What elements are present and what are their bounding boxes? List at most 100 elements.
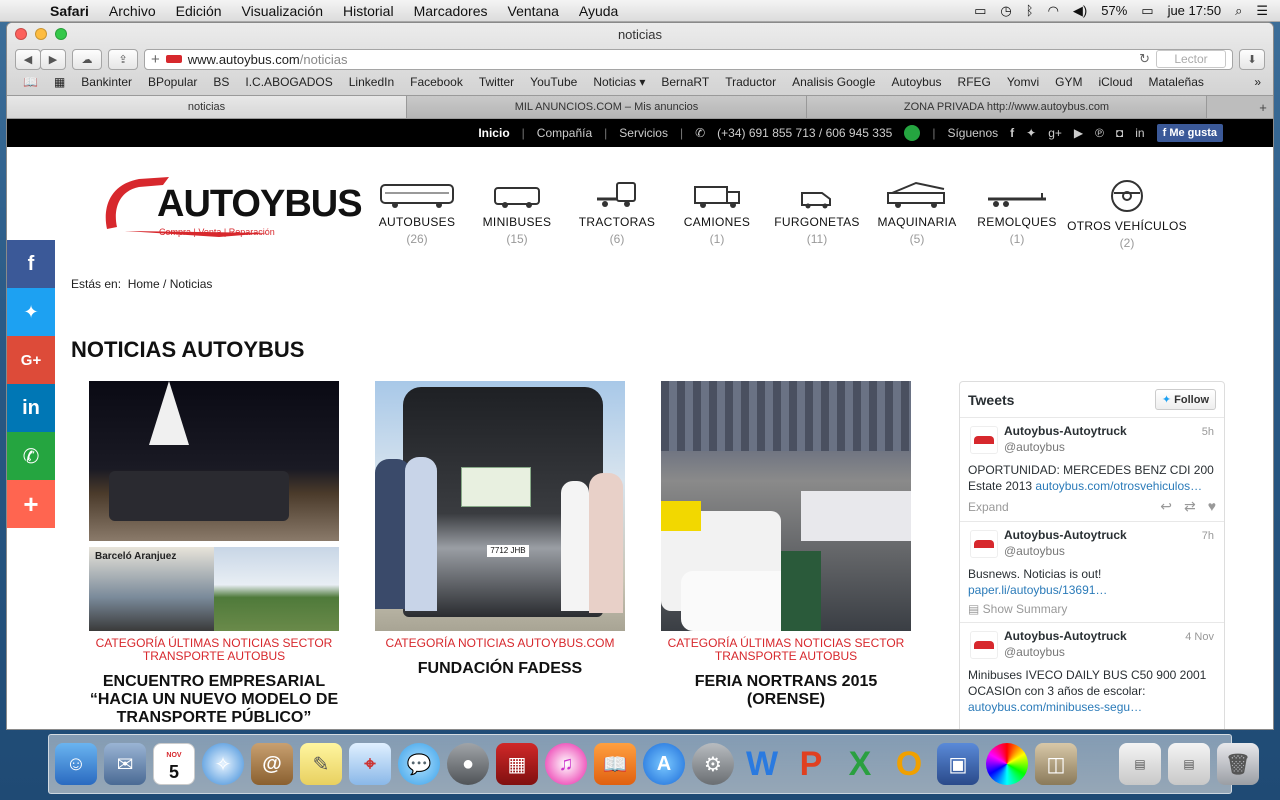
bookmark-folder-noticias[interactable]: Noticias ▾ <box>585 75 653 89</box>
bookmark-item[interactable]: Mataleñas <box>1141 75 1212 89</box>
word-icon[interactable]: W <box>741 743 783 785</box>
article-image[interactable]: 7712 JHB <box>375 381 625 631</box>
menu-visualizacion[interactable]: Visualización <box>232 3 333 19</box>
article-image[interactable]: Barceló Aranjuez <box>89 381 339 631</box>
tweet-author-name[interactable]: Autoybus-Autoytruck <box>1004 629 1216 643</box>
facebook-like-button[interactable]: f Me gusta <box>1156 124 1223 142</box>
tweet-author-name[interactable]: Autoybus-Autoytruck <box>1004 424 1216 438</box>
tweet-link[interactable]: autoybus.com/minibuses-segu… <box>968 699 1216 715</box>
bookmark-item[interactable]: BS <box>205 75 237 89</box>
nav-inicio[interactable]: Inicio <box>478 126 509 140</box>
share-more-icon[interactable]: + <box>7 480 55 528</box>
nav-phone[interactable]: (+34) 691 855 713 / 606 945 335 <box>717 126 892 140</box>
share-linkedin-icon[interactable]: in <box>7 384 55 432</box>
forward-button[interactable]: ▶ <box>40 48 66 70</box>
tweet-author-handle[interactable]: @autoybus <box>1004 645 1216 659</box>
bookmark-item[interactable]: BPopular <box>140 75 205 89</box>
menu-edicion[interactable]: Edición <box>166 3 232 19</box>
menu-archivo[interactable]: Archivo <box>99 3 166 19</box>
bookmark-item[interactable]: iCloud <box>1090 75 1140 89</box>
site-logo[interactable]: AUTOYBUS Compra | Venta | Reparación <box>99 171 363 241</box>
bookmark-item[interactable]: Twitter <box>471 75 522 89</box>
battery-percent[interactable]: 57% <box>1101 3 1127 18</box>
instagram-icon[interactable]: ◘ <box>1116 126 1123 140</box>
category-tractoras[interactable]: TRACTORAS (6) <box>567 179 667 250</box>
category-furgonetas[interactable]: FURGONETAS (11) <box>767 179 867 250</box>
back-button[interactable]: ◀ <box>15 48 41 70</box>
tweet-time[interactable]: 4 Nov <box>1185 631 1214 643</box>
itunes-icon[interactable]: ♫ <box>545 743 587 785</box>
article-title[interactable]: ENCUENTRO EMPRESARIAL “HACIA UN NUEVO MO… <box>89 673 339 727</box>
breadcrumb-home[interactable]: Home <box>128 277 160 291</box>
reply-icon[interactable]: ↩ <box>1160 498 1172 515</box>
bookmark-item[interactable]: Autoybus <box>883 75 949 89</box>
new-tab-button[interactable]: + <box>1253 96 1273 118</box>
tweet-item[interactable]: Autoybus-Autoytruck @autoybus 4 Nov Mini… <box>960 623 1224 721</box>
menu-app-name[interactable]: Safari <box>40 3 99 19</box>
category-remolques[interactable]: REMOLQUES (1) <box>967 179 1067 250</box>
safari-icon[interactable]: ✧ <box>202 743 244 785</box>
category-maquinaria[interactable]: MAQUINARIA (5) <box>867 179 967 250</box>
bookmark-item[interactable]: RFEG <box>950 75 999 89</box>
battery-icon[interactable]: ▭ <box>1141 3 1153 19</box>
bluetooth-icon[interactable]: ᛒ <box>1026 3 1034 18</box>
bookmark-item[interactable]: BernaRT <box>653 75 717 89</box>
tweet-item[interactable]: Autoybus-Autoytruck @autoybus 7h Busnews… <box>960 522 1224 623</box>
tweet-author-name[interactable]: Autoybus-Autoytruck <box>1004 528 1216 542</box>
menu-ayuda[interactable]: Ayuda <box>569 3 628 19</box>
share-gplus-icon[interactable]: G+ <box>7 336 55 384</box>
more-bookmarks-icon[interactable]: » <box>1246 75 1269 89</box>
tweet-time[interactable]: 5h <box>1202 426 1214 438</box>
volume-icon[interactable]: ◀) <box>1073 3 1087 19</box>
contacts-icon[interactable]: @ <box>251 743 293 785</box>
article-card[interactable]: Barceló Aranjuez CATEGORÍA ÚLTIMAS NOTIC… <box>89 381 339 727</box>
address-bar[interactable]: + www.autoybus.com/noticias ↻ Lector <box>144 48 1233 70</box>
share-whatsapp-icon[interactable]: ✆ <box>7 432 55 480</box>
powerpoint-icon[interactable]: P <box>790 743 832 785</box>
iphoto-icon[interactable]: ◫ <box>1035 743 1077 785</box>
category-camiones[interactable]: CAMIONES (1) <box>667 179 767 250</box>
tab-noticias[interactable]: noticias <box>7 96 407 118</box>
linkedin-icon[interactable]: in <box>1135 126 1144 140</box>
menu-ventana[interactable]: Ventana <box>498 3 569 19</box>
trash-icon[interactable]: 🗑 <box>1217 743 1259 785</box>
downloads-stack-icon[interactable]: ▤ <box>1119 743 1161 785</box>
tweet-item[interactable]: Autoybus-Autoytruck @autoybus 5h OPORTUN… <box>960 418 1224 522</box>
color-picker-icon[interactable] <box>986 743 1028 785</box>
share-facebook-icon[interactable]: f <box>7 240 55 288</box>
calendar-icon[interactable]: NOV 5 <box>153 743 195 785</box>
category-autobuses[interactable]: AUTOBUSES (26) <box>367 179 467 250</box>
tweet-time[interactable]: 7h <box>1202 530 1214 542</box>
menubar-clock[interactable]: jue 17:50 <box>1168 3 1222 18</box>
photo-booth-icon[interactable]: ▦ <box>496 743 538 785</box>
tab-zona-privada[interactable]: ZONA PRIVADA http://www.autoybus.com <box>807 96 1207 118</box>
pinterest-icon[interactable]: ℗ <box>1095 126 1104 140</box>
youtube-icon[interactable]: ▶ <box>1074 126 1083 140</box>
app-store-icon[interactable]: A <box>643 743 685 785</box>
tweet-link[interactable]: autoybus.com/otrosvehiculos… <box>1035 479 1202 493</box>
virtualbox-icon[interactable]: ▣ <box>937 743 979 785</box>
share-icon[interactable]: ⇪ <box>108 48 138 70</box>
tweet-avatar[interactable] <box>970 426 998 454</box>
reader-button[interactable]: Lector <box>1156 50 1226 68</box>
bookmark-item[interactable]: I.C.ABOGADOS <box>237 75 340 89</box>
tweet-expand-link[interactable]: Expand <box>968 500 1009 514</box>
article-image[interactable] <box>661 381 911 631</box>
time-machine-icon[interactable]: ◷ <box>1000 3 1011 19</box>
excel-icon[interactable]: X <box>839 743 881 785</box>
bookmark-item[interactable]: Traductor <box>717 75 784 89</box>
article-title[interactable]: FUNDACIÓN FADESS <box>375 660 625 678</box>
tab-milanuncios[interactable]: MIL ANUNCIOS.COM – Mis anuncios <box>407 96 807 118</box>
maps-icon[interactable]: ⌖ <box>349 743 391 785</box>
twitter-icon[interactable]: ✦ <box>1026 126 1036 140</box>
tweet-author-handle[interactable]: @autoybus <box>1004 440 1216 454</box>
notes-icon[interactable]: ✎ <box>300 743 342 785</box>
article-category[interactable]: CATEGORÍA ÚLTIMAS NOTICIAS SECTOR TRANSP… <box>661 637 911 663</box>
retweet-icon[interactable]: ⇄ <box>1184 498 1196 515</box>
nav-servicios[interactable]: Servicios <box>619 126 668 140</box>
article-category[interactable]: CATEGORÍA ÚLTIMAS NOTICIAS SECTOR TRANSP… <box>89 637 339 663</box>
tweet-link[interactable]: paper.li/autoybus/13691… <box>968 582 1216 598</box>
bookmark-item[interactable]: Bankinter <box>73 75 140 89</box>
bookmark-item[interactable]: YouTube <box>522 75 585 89</box>
airplay-icon[interactable]: ▭ <box>974 3 986 19</box>
